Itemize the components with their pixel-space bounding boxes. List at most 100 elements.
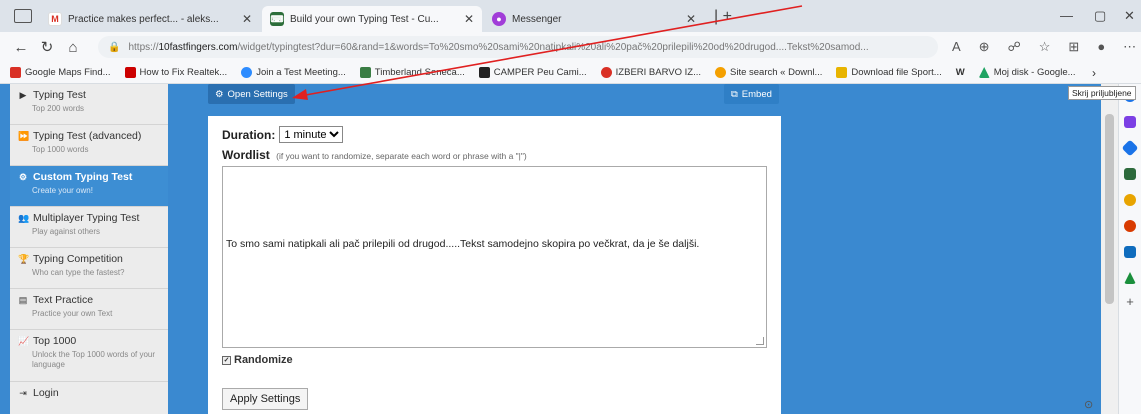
wordlist-heading: Wordlist (if you want to randomize, sepa…	[222, 148, 527, 162]
bookmark-item[interactable]: W	[956, 67, 965, 78]
tab-title: Practice makes perfect... - aleks...	[68, 13, 219, 25]
trophy-icon: 🏆	[18, 253, 30, 264]
bookmark-label: Site search « Downl...	[730, 67, 823, 78]
read-aloud-icon[interactable]: A	[952, 39, 961, 55]
nav-sub: Top 1000 words	[32, 145, 89, 154]
briefcase-icon[interactable]	[1124, 168, 1136, 180]
url-rest: /widget/typingtest?dur=60&rand=1&words=T…	[237, 41, 869, 53]
bookmark-item[interactable]: Site search « Downl...	[715, 67, 822, 78]
bookmark-item[interactable]: Google Maps Find...	[10, 67, 111, 78]
office-icon[interactable]	[1124, 220, 1136, 232]
embed-button[interactable]: ⧉ Embed	[724, 84, 779, 104]
bookmark-item[interactable]: How to Fix Realtek...	[124, 67, 228, 78]
tree-icon[interactable]	[1124, 272, 1136, 284]
nav-item-multiplayer[interactable]: 👥 Multiplayer Typing Test Play against ot…	[10, 207, 168, 248]
open-settings-button[interactable]: ⚙ Open Settings	[208, 84, 295, 104]
nav-label: Typing Test	[33, 89, 86, 101]
bookmarks-bar: Google Maps Find... How to Fix Realtek..…	[0, 62, 1141, 84]
bookmark-item[interactable]: Moj disk - Google...	[978, 67, 1076, 78]
person-icon[interactable]	[1124, 194, 1136, 206]
bookmark-item[interactable]: IZBERI BARVO IZ...	[600, 67, 701, 78]
bookmark-icon	[600, 67, 612, 78]
wordlist-textarea[interactable]: To smo sami natipkali ali pač prilepili …	[222, 166, 767, 348]
settings-panel: Duration: 1 minute Wordlist (if you want…	[208, 116, 781, 414]
more-icon[interactable]: ⋯	[1123, 39, 1136, 55]
nav-item-typing-test[interactable]: ▶ Typing Test Top 200 words	[10, 84, 168, 125]
bookmark-label: Timberland Seneca...	[374, 67, 465, 78]
embed-label: Embed	[741, 88, 772, 100]
document-icon: ▤	[18, 294, 28, 305]
wordlist-text: To smo sami natipkali ali pač prilepili …	[226, 238, 700, 250]
new-tab-icon[interactable]: | +	[714, 8, 732, 26]
bookmark-item[interactable]: CAMPER Peu Cami...	[478, 67, 587, 78]
sparkle-icon[interactable]	[1124, 116, 1136, 128]
10ff-icon: ⌨	[270, 12, 284, 26]
add-icon[interactable]: +	[1124, 295, 1136, 308]
nav-item-custom-typing-test[interactable]: ⚙ Custom Typing Test Create your own!	[10, 166, 168, 207]
nav-label: Typing Test (advanced)	[33, 130, 142, 142]
nav-item-text-practice[interactable]: ▤ Text Practice Practice your own Text	[10, 289, 168, 330]
bookmark-label: Google Maps Find...	[25, 67, 111, 78]
bookmark-icon	[124, 67, 136, 78]
randomize-row[interactable]: ✓ Randomize	[222, 354, 293, 366]
nav-sub: Create your own!	[32, 186, 93, 195]
close-tab-icon[interactable]: ✕	[464, 12, 474, 26]
nav-item-typing-test-advanced[interactable]: ⏩ Typing Test (advanced) Top 1000 words	[10, 125, 168, 166]
tooltip: Skrij priljubljene	[1068, 86, 1136, 100]
nav-label: Typing Competition	[33, 253, 123, 265]
embed-icon: ⧉	[731, 88, 738, 100]
open-settings-label: Open Settings	[227, 88, 288, 100]
bookmark-icon	[715, 67, 727, 78]
bookmark-label: Moj disk - Google...	[993, 67, 1076, 78]
favorite-star-icon[interactable]: ☆	[1039, 39, 1051, 55]
edge-sidebar: +	[1118, 84, 1141, 414]
back-icon[interactable]: ←	[8, 39, 34, 56]
bookmark-label: How to Fix Realtek...	[139, 67, 228, 78]
tab-title: Build your own Typing Test - Cu...	[290, 13, 439, 25]
scrollbar-thumb[interactable]	[1105, 114, 1114, 304]
bookmark-item[interactable]: Timberland Seneca...	[359, 67, 465, 78]
bookmark-item[interactable]: Download file Sport...	[836, 67, 942, 78]
tab-messenger[interactable]: ● Messenger ✕	[484, 6, 704, 32]
duration-label: Duration:	[222, 127, 276, 142]
wordlist-label: Wordlist	[222, 148, 270, 162]
maximize-icon[interactable]: ▢	[1094, 8, 1106, 24]
nav-item-competition[interactable]: 🏆 Typing Competition Who can type the fas…	[10, 248, 168, 289]
outlook-icon[interactable]	[1124, 246, 1136, 258]
collections-icon[interactable]: ⊞	[1068, 39, 1079, 55]
bookmark-label: CAMPER Peu Cami...	[493, 67, 587, 78]
address-bar[interactable]: 🔒 https:// 10fastfingers.com /widget/typ…	[98, 36, 938, 58]
extension-icon[interactable]: ☍	[1008, 39, 1021, 55]
profile-icon[interactable]: ●	[1097, 39, 1105, 55]
wikipedia-icon: W	[955, 67, 965, 78]
settings-icon[interactable]: ⊙	[1084, 398, 1093, 411]
nav-item-login[interactable]: ⇥ Login	[10, 382, 168, 414]
close-tab-icon[interactable]: ✕	[242, 12, 252, 26]
address-row: ← ↻ ⌂ 🔒 https:// 10fastfingers.com /widg…	[0, 32, 1141, 62]
nav-item-top-1000[interactable]: 📈 Top 1000 Unlock the Top 1000 words of y…	[10, 330, 168, 382]
tab-build-typing-test[interactable]: ⌨ Build your own Typing Test - Cu... ✕	[262, 6, 482, 32]
minimize-icon[interactable]: —	[1060, 8, 1073, 23]
nav-label: Login	[33, 387, 59, 399]
home-icon[interactable]: ⌂	[60, 39, 86, 56]
bookmark-icon	[359, 67, 371, 78]
close-tab-icon[interactable]: ✕	[686, 12, 696, 26]
tab-title: Messenger	[512, 13, 562, 25]
users-icon: 👥	[18, 212, 30, 223]
bookmark-icon	[241, 67, 253, 78]
close-window-icon[interactable]: ✕	[1124, 8, 1135, 24]
url-prefix: https://	[128, 41, 159, 53]
tab-actions-icon[interactable]	[14, 9, 32, 23]
duration-select[interactable]: 1 minute	[279, 126, 344, 143]
reload-icon[interactable]: ↻	[34, 38, 60, 56]
chevron-right-icon[interactable]: ›	[1092, 66, 1096, 80]
page-scrollbar[interactable]	[1101, 84, 1118, 414]
bookmark-item[interactable]: Join a Test Meeting...	[241, 67, 346, 78]
randomize-checkbox[interactable]: ✓	[222, 355, 231, 365]
resize-handle-icon[interactable]	[756, 337, 764, 345]
zoom-icon[interactable]: ⊕	[979, 39, 990, 55]
tag-icon[interactable]	[1121, 139, 1139, 157]
tab-practice[interactable]: M Practice makes perfect... - aleks... ✕	[40, 6, 260, 32]
google-drive-icon	[978, 67, 990, 78]
apply-settings-button[interactable]: Apply Settings	[222, 388, 309, 410]
